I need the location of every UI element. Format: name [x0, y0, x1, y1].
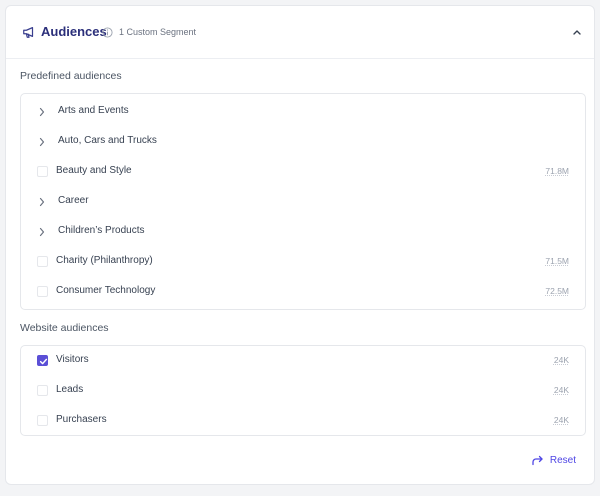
list-item-childrens-products[interactable]: Children’s Products — [21, 217, 585, 247]
list-item-arts-and-events[interactable]: Arts and Events — [21, 97, 585, 127]
list-item-label: Auto, Cars and Trucks — [58, 135, 157, 146]
reset-button[interactable]: Reset — [531, 455, 576, 466]
list-item-beauty-and-style[interactable]: Beauty and Style 71.8M — [21, 157, 585, 187]
website-audiences-label: Website audiences — [20, 322, 109, 334]
predefined-audiences-list: Arts and Events Auto, Cars and Trucks Be… — [20, 93, 586, 310]
chevron-up-icon[interactable] — [572, 28, 582, 36]
checkbox[interactable] — [37, 385, 48, 396]
checkbox[interactable] — [37, 415, 48, 426]
list-item-purchasers[interactable]: Purchasers 24K — [21, 406, 585, 436]
audiences-card: Audiences 1 Custom Segment Predefined au… — [5, 5, 595, 485]
list-item-label: Children’s Products — [58, 225, 145, 236]
list-item-leads[interactable]: Leads 24K — [21, 376, 585, 406]
audience-size: 24K — [553, 355, 569, 365]
list-item-auto-cars-trucks[interactable]: Auto, Cars and Trucks — [21, 127, 585, 157]
audience-size: 71.8M — [545, 166, 569, 176]
checkbox[interactable] — [37, 286, 48, 297]
website-audiences-list: Visitors 24K Leads 24K Purchasers 24K — [20, 345, 586, 436]
checkbox[interactable] — [37, 166, 48, 177]
list-item-visitors[interactable]: Visitors 24K — [21, 346, 585, 376]
audience-size: 24K — [553, 385, 569, 395]
reset-label: Reset — [549, 455, 576, 466]
checkbox[interactable] — [37, 256, 48, 267]
list-item-career[interactable]: Career — [21, 187, 585, 217]
list-item-label: Leads — [56, 384, 84, 395]
audiences-header[interactable]: Audiences 1 Custom Segment — [6, 6, 594, 59]
list-item-label: Arts and Events — [58, 105, 129, 116]
audience-size: 24K — [553, 415, 569, 425]
list-item-consumer-technology[interactable]: Consumer Technology 72.5M — [21, 277, 585, 307]
list-item-label: Charity (Philanthropy) — [56, 255, 153, 266]
list-item-charity[interactable]: Charity (Philanthropy) 71.5M — [21, 247, 585, 277]
audience-size: 72.5M — [545, 286, 569, 296]
megaphone-icon — [23, 27, 34, 38]
info-icon[interactable] — [102, 27, 113, 38]
chevron-right-icon — [39, 137, 45, 147]
custom-segment-count: 1 Custom Segment — [119, 27, 197, 37]
chevron-right-icon — [39, 227, 45, 237]
chevron-right-icon — [39, 107, 45, 117]
predefined-audiences-label: Predefined audiences — [20, 70, 122, 82]
reset-arrow-icon — [532, 455, 543, 466]
list-item-label: Beauty and Style — [56, 165, 132, 176]
checkbox-checked[interactable] — [37, 355, 48, 366]
audience-size: 71.5M — [545, 256, 569, 266]
list-item-label: Purchasers — [56, 414, 107, 425]
check-icon — [39, 358, 48, 365]
page-title: Audiences — [41, 24, 107, 39]
list-item-label: Consumer Technology — [56, 285, 156, 296]
list-item-label: Career — [58, 195, 89, 206]
chevron-right-icon — [39, 197, 45, 207]
list-item-label: Visitors — [56, 354, 89, 365]
